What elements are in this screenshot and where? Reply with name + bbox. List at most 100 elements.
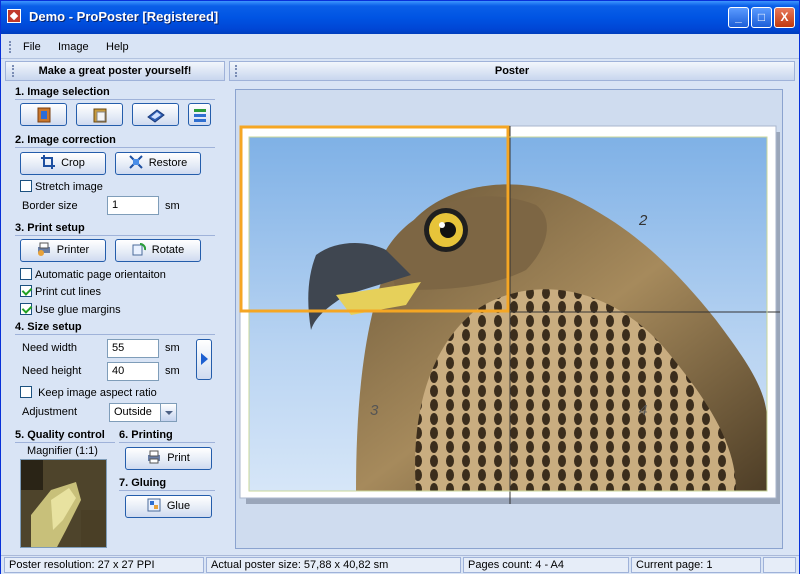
title-bar[interactable]: Demo - ProPoster [Registered] _ □ X xyxy=(1,1,799,34)
section-image-correction: 2. Image correction xyxy=(15,134,116,146)
print-icon xyxy=(148,450,161,464)
print-cut-lines-box[interactable] xyxy=(20,285,32,297)
need-height-unit: sm xyxy=(165,365,180,377)
section-image-selection: 1. Image selection xyxy=(15,86,110,98)
poster-preview[interactable]: 2 3 4 xyxy=(236,90,784,550)
keep-aspect-box[interactable] xyxy=(20,386,32,398)
status-bar: Poster resolution: 27 x 27 PPI Actual po… xyxy=(1,555,799,574)
restore-icon xyxy=(129,155,143,169)
divider xyxy=(15,235,215,236)
keep-aspect-checkbox[interactable]: Keep image aspect ratio xyxy=(20,386,157,399)
panel-grip-icon[interactable] xyxy=(235,65,238,77)
magnifier-image xyxy=(21,460,106,547)
need-width-label: Need width xyxy=(22,342,78,354)
poster-panel-title: Poster xyxy=(494,65,530,77)
border-size-unit: sm xyxy=(165,200,180,212)
auto-orientation-checkbox[interactable]: Automatic page orientaiton xyxy=(20,268,166,281)
list-icon xyxy=(193,109,206,122)
restore-label: Restore xyxy=(148,157,188,169)
printer-icon xyxy=(37,242,50,256)
adjustment-value: Outside xyxy=(114,406,152,418)
divider xyxy=(119,490,215,491)
glue-margins-checkbox[interactable]: Use glue margins xyxy=(20,303,121,316)
stretch-image-label: Stretch image xyxy=(35,181,103,193)
restore-button[interactable]: Restore xyxy=(115,152,201,175)
status-resolution: Poster resolution: 27 x 27 PPI xyxy=(4,557,204,573)
page-number-2: 2 xyxy=(638,212,648,229)
adjustment-label: Adjustment xyxy=(22,406,78,418)
menu-help[interactable]: Help xyxy=(106,41,129,53)
control-panel-header: Make a great poster yourself! xyxy=(5,61,225,81)
poster-canvas[interactable]: 2 3 4 xyxy=(235,89,783,549)
section-gluing: 7. Gluing xyxy=(119,477,167,489)
rotate-icon xyxy=(132,243,146,256)
adjustment-select[interactable]: Outside xyxy=(109,403,177,422)
page-number-3: 3 xyxy=(370,402,379,419)
close-button[interactable]: X xyxy=(774,7,795,28)
scanner-icon xyxy=(146,109,165,123)
print-cut-lines-label: Print cut lines xyxy=(35,286,102,298)
need-width-unit: sm xyxy=(165,342,180,354)
magnifier-view[interactable] xyxy=(20,459,107,548)
print-cut-lines-checkbox[interactable]: Print cut lines xyxy=(20,285,101,298)
app-icon[interactable] xyxy=(7,9,21,23)
arrow-right-icon xyxy=(201,353,208,365)
glue-icon xyxy=(147,498,161,512)
menu-grip-icon[interactable] xyxy=(9,41,12,53)
chevron-down-icon[interactable] xyxy=(160,404,176,421)
rotate-label: Rotate xyxy=(151,244,185,256)
paste-image-button[interactable] xyxy=(76,103,123,126)
printer-label: Printer xyxy=(56,244,90,256)
stretch-image-checkbox[interactable]: Stretch image xyxy=(20,180,103,193)
need-height-input[interactable]: 40 xyxy=(107,362,159,381)
panel-grip-icon[interactable] xyxy=(12,65,15,77)
image-list-button[interactable] xyxy=(188,103,211,126)
crop-button[interactable]: Crop xyxy=(20,152,106,175)
section-quality-control: 5. Quality control xyxy=(15,429,105,441)
divider xyxy=(15,442,115,443)
open-image-button[interactable] xyxy=(20,103,67,126)
need-height-label: Need height xyxy=(22,365,82,377)
window-title: Demo - ProPoster [Registered] xyxy=(29,9,219,24)
apply-size-button[interactable] xyxy=(196,339,212,380)
status-pages-count: Pages count: 4 - A4 xyxy=(463,557,629,573)
poster-panel: Poster 2 3 4 xyxy=(229,61,795,553)
glue-margins-box[interactable] xyxy=(20,303,32,315)
status-actual-size: Actual poster size: 57,88 x 40,82 sm xyxy=(206,557,461,573)
print-button[interactable]: Print xyxy=(125,447,212,470)
status-grip[interactable] xyxy=(763,557,796,573)
magnifier-label: Magnifier (1:1) xyxy=(27,445,98,457)
minimize-button[interactable]: _ xyxy=(728,7,749,28)
printer-button[interactable]: Printer xyxy=(20,239,106,262)
need-width-input[interactable]: 55 xyxy=(107,339,159,358)
menu-file[interactable]: File xyxy=(23,41,41,53)
open-image-icon xyxy=(37,107,50,123)
scan-image-button[interactable] xyxy=(132,103,179,126)
status-current-page: Current page: 1 xyxy=(631,557,761,573)
glue-margins-label: Use glue margins xyxy=(35,304,121,316)
auto-orientation-label: Automatic page orientaiton xyxy=(35,269,166,281)
poster-panel-header: Poster xyxy=(229,61,795,81)
control-panel-title: Make a great poster yourself! xyxy=(38,65,192,77)
crop-icon xyxy=(41,155,56,169)
auto-orientation-box[interactable] xyxy=(20,268,32,280)
section-printing: 6. Printing xyxy=(119,429,173,441)
divider xyxy=(15,99,215,100)
maximize-button[interactable]: □ xyxy=(751,7,772,28)
page-number-4: 4 xyxy=(639,402,647,419)
divider xyxy=(119,442,215,443)
divider xyxy=(15,334,215,335)
crop-label: Crop xyxy=(61,157,85,169)
clipboard-icon xyxy=(93,108,106,123)
menu-bar: File Image Help xyxy=(1,34,799,59)
stretch-image-box[interactable] xyxy=(20,180,32,192)
section-print-setup: 3. Print setup xyxy=(15,222,85,234)
border-size-input[interactable]: 1 xyxy=(107,196,159,215)
glue-button[interactable]: Glue xyxy=(125,495,212,518)
glue-label: Glue xyxy=(166,500,191,512)
rotate-button[interactable]: Rotate xyxy=(115,239,201,262)
keep-aspect-label: Keep image aspect ratio xyxy=(38,387,157,399)
menu-image[interactable]: Image xyxy=(58,41,89,53)
divider xyxy=(15,147,215,148)
section-size-setup: 4. Size setup xyxy=(15,321,82,333)
